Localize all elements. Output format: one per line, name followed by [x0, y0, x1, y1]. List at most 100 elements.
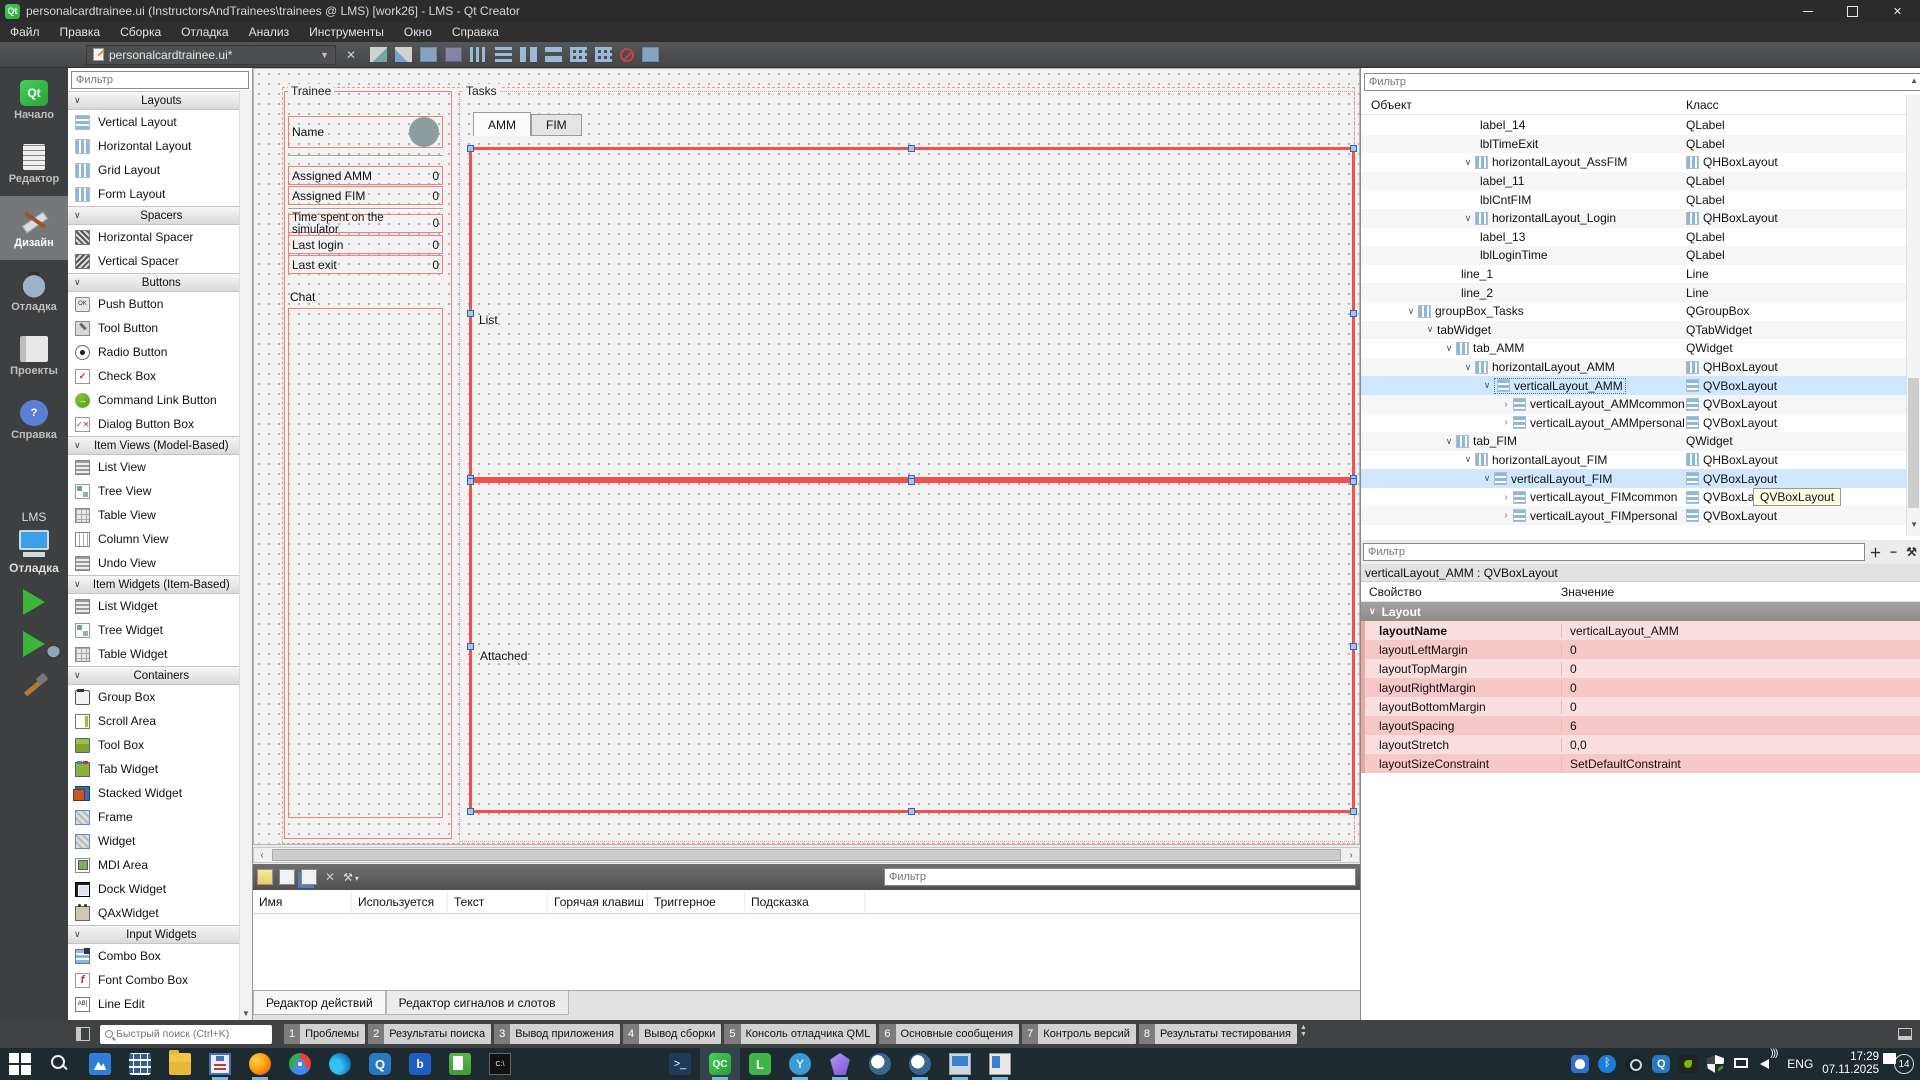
resize-handle[interactable] [467, 808, 474, 815]
stat-row-assigned-fim[interactable]: Assigned FIM 0 [288, 186, 443, 205]
remove-property-icon[interactable]: − [1886, 545, 1901, 559]
tab-amm[interactable]: AMM [473, 112, 531, 136]
scroll-right-icon[interactable]: › [1343, 850, 1359, 861]
selected-layout-amm-common[interactable] [469, 147, 1355, 480]
panel-qml-debugger[interactable]: 5Консоль отладчика QML [724, 1024, 876, 1044]
widget-box-filter-input[interactable] [71, 71, 249, 89]
resize-handle[interactable] [467, 310, 474, 317]
scroll-up-icon[interactable]: ▲ [1910, 76, 1918, 85]
stat-row-last-exit[interactable]: Last exit 0 [288, 255, 443, 274]
windows-security-icon[interactable] [1706, 1055, 1724, 1073]
tree-row[interactable]: verticalLayout_AMMpersonalQVBoxLayout [1361, 414, 1907, 433]
widget-qaxwidget[interactable]: QAxWidget [68, 901, 252, 925]
taskbar-window-app[interactable] [980, 1048, 1020, 1080]
tree-row[interactable]: verticalLayout_FIMpersonalQVBoxLayout [1361, 506, 1907, 525]
locator-input[interactable] [116, 1028, 272, 1040]
scroll-left-icon[interactable]: ‹ [254, 850, 270, 861]
new-action-icon[interactable] [257, 869, 273, 885]
close-document-icon[interactable]: ✕ [346, 48, 356, 62]
taskbar-obsidian[interactable] [820, 1048, 860, 1080]
taskbar-q-app[interactable]: Q [360, 1048, 400, 1080]
configure-actions-icon[interactable]: ⚒ [343, 871, 359, 884]
open-document-selector[interactable]: personalcardtrainee.ui* ▼ [86, 45, 336, 65]
menu-tools[interactable]: Инструменты [299, 22, 394, 42]
taskbar-cmd[interactable]: C:\ [480, 1048, 520, 1080]
column-value[interactable]: Значение [1561, 585, 1614, 599]
resize-handle[interactable] [1350, 478, 1357, 485]
scrollbar-thumb[interactable] [272, 849, 1341, 861]
kit-selector[interactable]: LMS Отладка [0, 510, 68, 575]
taskbar-notes[interactable] [440, 1048, 480, 1080]
resize-handle[interactable] [467, 643, 474, 650]
tab-fim[interactable]: FIM [531, 114, 582, 136]
widget-column-view[interactable]: Column View [68, 527, 252, 551]
column-checkable[interactable]: Триггерное [648, 890, 745, 913]
stat-row-assigned-amm[interactable]: Assigned AMM 0 [288, 166, 443, 185]
property-filter-input[interactable] [1363, 543, 1865, 561]
property-row[interactable]: layoutSizeConstraintSetDefaultConstraint [1361, 754, 1920, 773]
property-row[interactable]: layoutTopMargin0 [1361, 659, 1920, 678]
taskbar-fork[interactable]: Y [780, 1048, 820, 1080]
form-canvas[interactable]: Trainee Name Assigned AMM 0 Assigned FIM… [253, 68, 1360, 845]
tree-row[interactable]: lblTimeExitQLabel [1361, 135, 1907, 154]
tab-signals-slots-editor[interactable]: Редактор сигналов и слотов [386, 991, 569, 1015]
column-property[interactable]: Свойство [1361, 585, 1561, 599]
tree-row-selected[interactable]: verticalLayout_FIMQVBoxLayout [1361, 469, 1907, 488]
widget-check-box[interactable]: Check Box [68, 364, 252, 388]
column-tooltip[interactable]: Подсказка [745, 890, 865, 913]
property-row[interactable]: layoutStretch0,0 [1361, 735, 1920, 754]
layout-vertical-splitter-icon[interactable] [545, 47, 562, 62]
taskbar-chrome[interactable] [280, 1048, 320, 1080]
tree-row[interactable]: line_1Line [1361, 265, 1907, 284]
menu-help[interactable]: Справка [442, 22, 509, 42]
section-containers[interactable]: ∨Containers [68, 666, 252, 685]
scroll-down-icon[interactable]: ▼ [240, 1009, 252, 1018]
scroll-down-icon[interactable]: ▼ [1910, 520, 1918, 529]
tree-row[interactable]: label_14QLabel [1361, 116, 1907, 135]
panel-issues[interactable]: 1Проблемы [284, 1024, 365, 1044]
section-spacers[interactable]: ∨Spacers [68, 206, 252, 225]
panel-version-control[interactable]: 7Контроль версий [1022, 1024, 1136, 1044]
tree-row[interactable]: tab_AMMQWidget [1361, 339, 1907, 358]
taskbar-postgres-1[interactable] [860, 1048, 900, 1080]
edit-action-icon[interactable] [279, 869, 295, 885]
column-name[interactable]: Имя [253, 890, 352, 913]
github-tray-icon[interactable] [1571, 1055, 1589, 1073]
scrollbar-thumb[interactable] [1908, 378, 1919, 508]
resize-handle[interactable] [467, 145, 474, 152]
configure-property-icon[interactable]: ⚒ [1904, 545, 1919, 559]
widget-form-layout[interactable]: Form Layout [68, 182, 252, 206]
network-icon[interactable] [1734, 1058, 1748, 1068]
panel-cycle-icon[interactable]: ▲▼ [1300, 1024, 1307, 1044]
nvidia-icon[interactable] [1679, 1055, 1697, 1073]
mode-debug[interactable]: Отладка [0, 260, 68, 324]
widget-dock-widget[interactable]: Dock Widget [68, 877, 252, 901]
property-row[interactable]: layoutNameverticalLayout_AMM [1361, 621, 1920, 640]
widget-dialog-button-box[interactable]: Dialog Button Box [68, 412, 252, 436]
mode-projects[interactable]: Проекты [0, 324, 68, 388]
tree-row[interactable]: tabWidgetQTabWidget [1361, 321, 1907, 340]
widget-tab-widget[interactable]: Tab Widget [68, 757, 252, 781]
panel-general-messages[interactable]: 6Основные сообщения [879, 1024, 1019, 1044]
minimize-button[interactable] [1785, 0, 1830, 22]
tree-row[interactable]: lblCntFIMQLabel [1361, 190, 1907, 209]
column-class[interactable]: Класс [1686, 98, 1719, 112]
action-editor-filter-input[interactable] [884, 868, 1356, 886]
widget-list-widget[interactable]: List Widget [68, 594, 252, 618]
widget-tree-view[interactable]: Tree View [68, 479, 252, 503]
property-section-layout[interactable]: ∨ Layout [1361, 602, 1920, 621]
resize-handle[interactable] [467, 478, 474, 485]
start-button[interactable] [0, 1048, 40, 1080]
add-property-icon[interactable]: ＋ [1868, 544, 1883, 561]
tree-row[interactable]: horizontalLayout_AMMQHBoxLayout [1361, 358, 1907, 377]
bluetooth-icon[interactable]: ᛒ [1598, 1055, 1616, 1073]
edit-buddies-icon[interactable] [420, 47, 437, 62]
widget-font-combo-box[interactable]: Font Combo Box [68, 968, 252, 992]
taskbar-l-app[interactable]: L [740, 1048, 780, 1080]
mode-design[interactable]: Дизайн [0, 196, 68, 260]
edit-tab-order-icon[interactable] [445, 47, 462, 62]
menu-edit[interactable]: Правка [50, 22, 111, 42]
clock[interactable]: 17:29 07.11.2025 [1822, 1051, 1879, 1077]
tree-row-selected[interactable]: verticalLayout_AMMQVBoxLayout [1361, 376, 1907, 395]
section-buttons[interactable]: ∨Buttons [68, 273, 252, 292]
